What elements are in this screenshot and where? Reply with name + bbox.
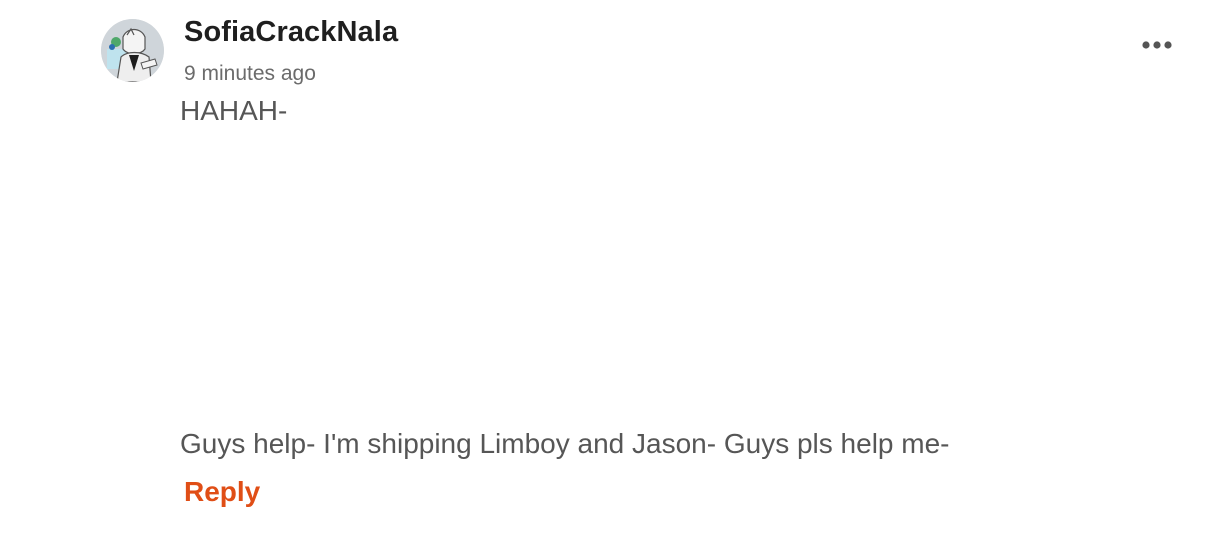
more-options-button[interactable] — [1136, 30, 1178, 60]
username[interactable]: SofiaCrackNala — [184, 16, 398, 49]
comment-text-line: Guys help- I'm shipping Limboy and Jason… — [180, 428, 950, 459]
comment-text-line: HAHAH- — [180, 95, 288, 126]
reply-button[interactable]: Reply — [184, 476, 260, 508]
comment-card: SofiaCrackNala 9 minutes ago HAHAH- Guys… — [0, 0, 1212, 537]
more-horizontal-icon — [1142, 41, 1172, 49]
comment-timestamp: 9 minutes ago — [184, 62, 316, 85]
user-avatar-icon[interactable] — [101, 19, 164, 82]
